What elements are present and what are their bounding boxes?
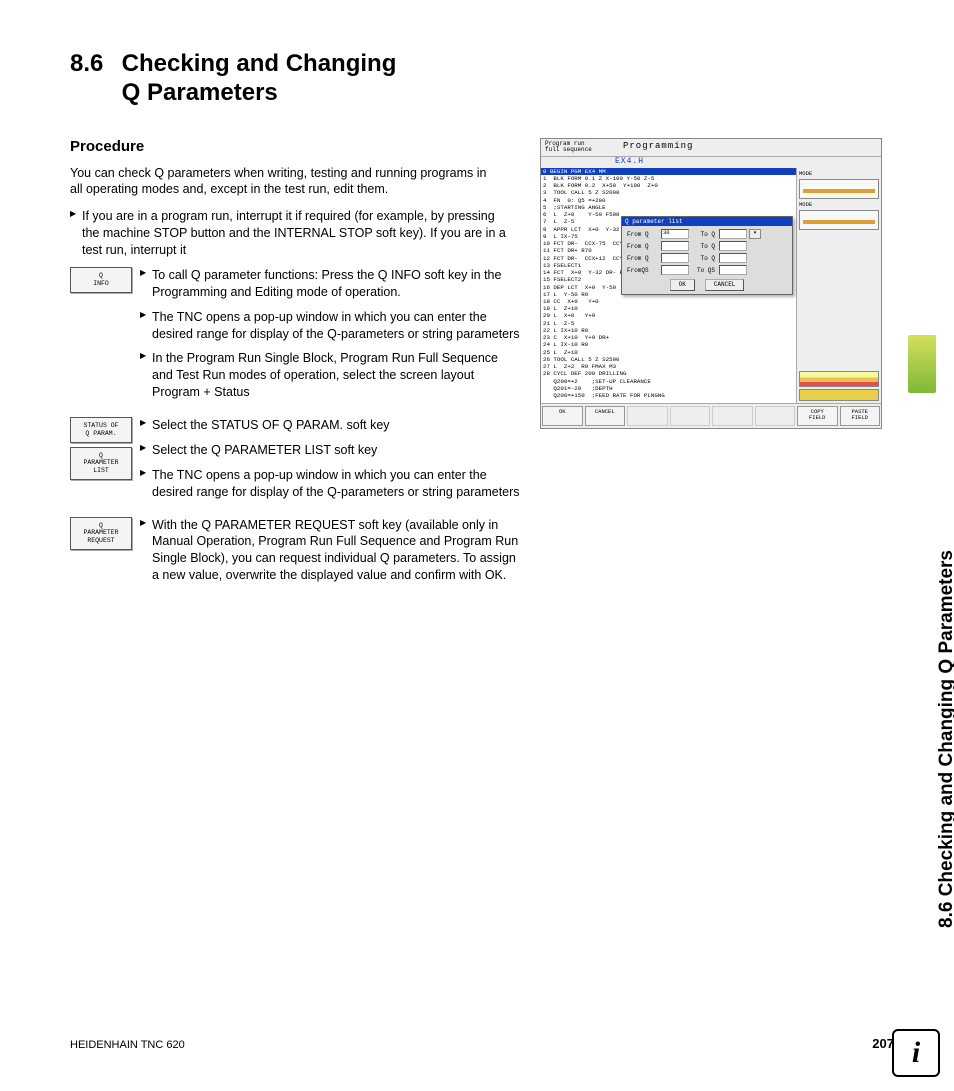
code-line: 4 FN 0: Q5 =+200	[541, 197, 796, 204]
popup-from-label: FromQS	[627, 267, 659, 275]
screen-softkey-paste-field[interactable]: PASTE FIELD	[840, 406, 881, 426]
popup-ok-button[interactable]: OK	[670, 279, 695, 291]
popup-cancel-button[interactable]: CANCEL	[705, 279, 745, 291]
popup-from-field[interactable]	[661, 265, 689, 275]
section-heading: 8.6 Checking and Changing Q Parameters	[70, 50, 894, 108]
info-icon: i	[892, 1029, 940, 1077]
popup-row: FromQS To QS	[627, 265, 787, 275]
screen-mode-left: Program run full sequence	[541, 139, 619, 156]
popup-title: Q parameter list	[622, 217, 792, 227]
popup-from-field[interactable]: 30	[661, 229, 689, 239]
info-icon-glyph: i	[912, 1036, 920, 1070]
heading-title: Checking and Changing Q Parameters	[122, 50, 397, 108]
code-line: 23 C X+10 Y+0 DR+	[541, 334, 796, 341]
side-tab: 8.6 Checking and Changing Q Parameters	[906, 45, 936, 550]
screen-right-pane: MODE MODE	[796, 168, 881, 404]
side-tab-text: 8.6 Checking and Changing Q Parameters	[936, 550, 954, 928]
popup-to-field[interactable]	[719, 253, 747, 263]
step-text: With the Q PARAMETER REQUEST soft key (a…	[140, 517, 520, 585]
top-bullet: If you are in a program run, interrupt i…	[70, 208, 512, 259]
popup-from-label: From Q	[627, 231, 659, 239]
popup-to-label: To QS	[691, 267, 717, 275]
popup-to-label: To Q	[691, 255, 717, 263]
step-text: To call Q parameter functions: Press the…	[140, 267, 520, 301]
screen-softkey-empty	[670, 406, 711, 426]
screen-softkey-empty	[627, 406, 668, 426]
softkey-q-info[interactable]: Q INFO	[70, 267, 132, 293]
step-text: In the Program Run Single Block, Program…	[140, 350, 520, 401]
popup-row: From Q To Q	[627, 241, 787, 251]
popup-from-label: From Q	[627, 243, 659, 251]
popup-to-label: To Q	[691, 243, 717, 251]
screen-softkey-ok[interactable]: OK	[542, 406, 583, 426]
code-line: 24 L IX-10 R0	[541, 341, 796, 348]
mode-label: MODE	[799, 201, 879, 208]
popup-from-label: From Q	[627, 255, 659, 263]
screen-softkey-cancel[interactable]: CANCEL	[585, 406, 626, 426]
softkey-status-q-param[interactable]: STATUS OF Q PARAM.	[70, 417, 132, 443]
heading-number: 8.6	[70, 50, 115, 79]
code-line: 19 L Z+10	[541, 305, 796, 312]
step-text: The TNC opens a pop-up window in which y…	[140, 309, 520, 343]
screen-mode-right: Programming	[619, 139, 881, 156]
code-line: 21 L Z-5	[541, 320, 796, 327]
code-line: 1 BLK FORM 0.1 Z X-100 Y-50 Z-5	[541, 175, 796, 182]
code-line: 25 L Z+10	[541, 349, 796, 356]
step-text: Select the STATUS OF Q PARAM. soft key	[140, 417, 520, 434]
popup-to-field[interactable]	[719, 241, 747, 251]
screen-filename: EX4.H	[541, 157, 881, 168]
mode-indicator	[799, 210, 879, 230]
code-line: Q201=-20 ;DEPTH	[541, 385, 796, 392]
code-pane: 0 BEGIN PGM EX4 MM 1 BLK FORM 0.1 Z X-10…	[541, 168, 796, 404]
code-line: 3 TOOL CALL 5 Z S2000	[541, 189, 796, 196]
q-parameter-popup: Q parameter list From Q30To Q▾From QTo Q…	[621, 216, 793, 295]
page-number: 207	[872, 1036, 894, 1051]
dropdown-icon[interactable]: ▾	[749, 229, 761, 239]
popup-row: From Q To Q	[627, 253, 787, 263]
intro-paragraph: You can check Q parameters when writing,…	[70, 165, 500, 199]
softkey-q-parameter-list[interactable]: Q PARAMETER LIST	[70, 447, 132, 480]
mode-label: MODE	[799, 170, 879, 177]
code-line: 5 ;STARTING ANGLE	[541, 204, 796, 211]
screen-softkey-empty	[755, 406, 796, 426]
code-line: 26 TOOL CALL 5 Z S2500	[541, 356, 796, 363]
mode-indicator	[799, 179, 879, 199]
popup-to-label: To Q	[691, 231, 717, 239]
footer-product: HEIDENHAIN TNC 620	[70, 1039, 185, 1051]
code-highlight-line: 0 BEGIN PGM EX4 MM	[541, 168, 796, 175]
screen-softkey-copy-field[interactable]: COPY FIELD	[797, 406, 838, 426]
tnc-screenshot: Program run full sequence Programming EX…	[540, 138, 882, 430]
step-text: Select the Q PARAMETER LIST soft key	[140, 442, 520, 459]
status-indicator	[799, 371, 879, 387]
popup-to-field[interactable]	[719, 229, 747, 239]
code-line: 22 L IX+10 R0	[541, 327, 796, 334]
code-line: 27 L Z+2 R0 FMAX M3	[541, 363, 796, 370]
popup-from-field[interactable]	[661, 253, 689, 263]
status-indicator	[799, 389, 879, 401]
popup-to-field[interactable]	[719, 265, 747, 275]
page-footer: HEIDENHAIN TNC 620 207	[70, 1036, 894, 1051]
side-tab-accent	[908, 335, 936, 393]
screen-softkey-row: OK CANCEL COPY FIELD PASTE FIELD	[541, 403, 881, 428]
procedure-subheading: Procedure	[70, 138, 520, 155]
popup-from-field[interactable]	[661, 241, 689, 251]
code-line: Q200=+2 ;SET-UP CLEARANCE	[541, 378, 796, 385]
code-line: 20 L X+0 Y+0	[541, 312, 796, 319]
screen-softkey-empty	[712, 406, 753, 426]
code-line: 18 CC X+0 Y+0	[541, 298, 796, 305]
code-line: 28 CYCL DEF 200 DRILLING	[541, 370, 796, 377]
code-line: 2 BLK FORM 0.2 X+50 Y+100 Z+0	[541, 182, 796, 189]
code-line: Q206=+150 ;FEED RATE FOR PLNGNG	[541, 392, 796, 399]
popup-row: From Q30To Q ▾	[627, 229, 787, 239]
step-text: The TNC opens a pop-up window in which y…	[140, 467, 520, 501]
softkey-q-parameter-request[interactable]: Q PARAMETER REQUEST	[70, 517, 132, 550]
